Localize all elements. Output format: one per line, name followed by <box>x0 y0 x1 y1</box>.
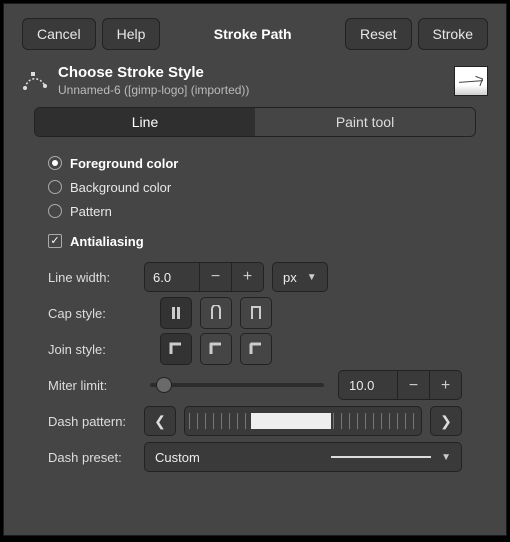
miter-limit-input[interactable]: 10.0 − + <box>338 370 462 400</box>
miter-limit-label: Miter limit: <box>48 378 136 393</box>
dialog-title: Stroke Path <box>200 18 306 50</box>
line-width-increment[interactable]: + <box>231 262 263 292</box>
dash-scroll-right[interactable]: ❯ <box>430 406 462 436</box>
tab-line[interactable]: Line <box>35 108 255 136</box>
stroke-button[interactable]: Stroke <box>418 18 488 50</box>
join-round-button[interactable] <box>200 333 232 365</box>
cap-round-button[interactable] <box>200 297 232 329</box>
header-subtitle: Unnamed-6 ([gimp-logo] (imported)) <box>58 83 444 97</box>
join-round-icon <box>208 341 224 357</box>
line-width-value[interactable]: 6.0 <box>145 270 199 285</box>
tab-paint-tool[interactable]: Paint tool <box>255 108 475 136</box>
dash-pattern-editor[interactable] <box>184 406 422 436</box>
antialiasing-label: Antialiasing <box>70 234 144 249</box>
stroke-source-panel: Foreground color Background color Patter… <box>4 147 506 253</box>
line-width-decrement[interactable]: − <box>199 262 231 292</box>
stroke-path-icon <box>22 68 48 94</box>
path-preview[interactable] <box>454 66 488 96</box>
stroke-path-dialog: Cancel Help Stroke Path Reset Stroke Cho… <box>3 3 507 536</box>
join-miter-icon <box>168 341 184 357</box>
help-button[interactable]: Help <box>102 18 161 50</box>
join-bevel-icon <box>248 341 264 357</box>
line-width-label: Line width: <box>48 270 136 285</box>
line-options: Line width: 6.0 − + px ▼ Cap style: <box>4 253 506 475</box>
miter-limit-value[interactable]: 10.0 <box>339 371 397 399</box>
join-style-label: Join style: <box>48 342 136 357</box>
chevron-left-icon: ❮ <box>154 413 166 430</box>
radio-foreground-color[interactable] <box>48 156 62 170</box>
line-width-input[interactable]: 6.0 − + <box>144 262 264 292</box>
cap-butt-button[interactable] <box>160 297 192 329</box>
dash-preset-preview-icon <box>331 456 431 458</box>
dash-preset-select[interactable]: Custom ▼ <box>144 442 462 472</box>
cap-square-button[interactable] <box>240 297 272 329</box>
chevron-down-icon: ▼ <box>441 452 451 463</box>
cap-square-icon <box>248 305 264 321</box>
miter-limit-decrement[interactable]: − <box>397 371 429 400</box>
slider-thumb[interactable] <box>156 377 172 393</box>
cap-style-label: Cap style: <box>48 306 136 321</box>
cancel-button[interactable]: Cancel <box>22 18 96 50</box>
radio-background-color[interactable] <box>48 180 62 194</box>
dialog-button-bar: Cancel Help Stroke Path Reset Stroke <box>4 4 506 60</box>
dash-preset-label: Dash preset: <box>48 450 136 465</box>
unit-select[interactable]: px ▼ <box>272 262 328 292</box>
tabs: Line Paint tool <box>34 107 476 137</box>
miter-limit-slider[interactable] <box>150 383 324 387</box>
chevron-down-icon: ▼ <box>307 272 317 283</box>
radio-foreground-label: Foreground color <box>70 156 178 171</box>
cap-butt-icon <box>168 305 184 321</box>
dash-scroll-left[interactable]: ❮ <box>144 406 176 436</box>
cap-round-icon <box>208 305 224 321</box>
join-miter-button[interactable] <box>160 333 192 365</box>
radio-background-label: Background color <box>70 180 171 195</box>
dash-pattern-label: Dash pattern: <box>48 414 136 429</box>
reset-button[interactable]: Reset <box>345 18 412 50</box>
miter-limit-increment[interactable]: + <box>429 371 461 400</box>
join-bevel-button[interactable] <box>240 333 272 365</box>
chevron-right-icon: ❯ <box>440 413 452 430</box>
radio-pattern[interactable] <box>48 204 62 218</box>
header-title: Choose Stroke Style <box>58 64 444 81</box>
dialog-header: Choose Stroke Style Unnamed-6 ([gimp-log… <box>4 60 506 107</box>
unit-value: px <box>283 270 297 285</box>
checkbox-antialiasing[interactable]: ✓ <box>48 234 62 248</box>
radio-pattern-label: Pattern <box>70 204 112 219</box>
dash-preset-value: Custom <box>155 450 200 465</box>
